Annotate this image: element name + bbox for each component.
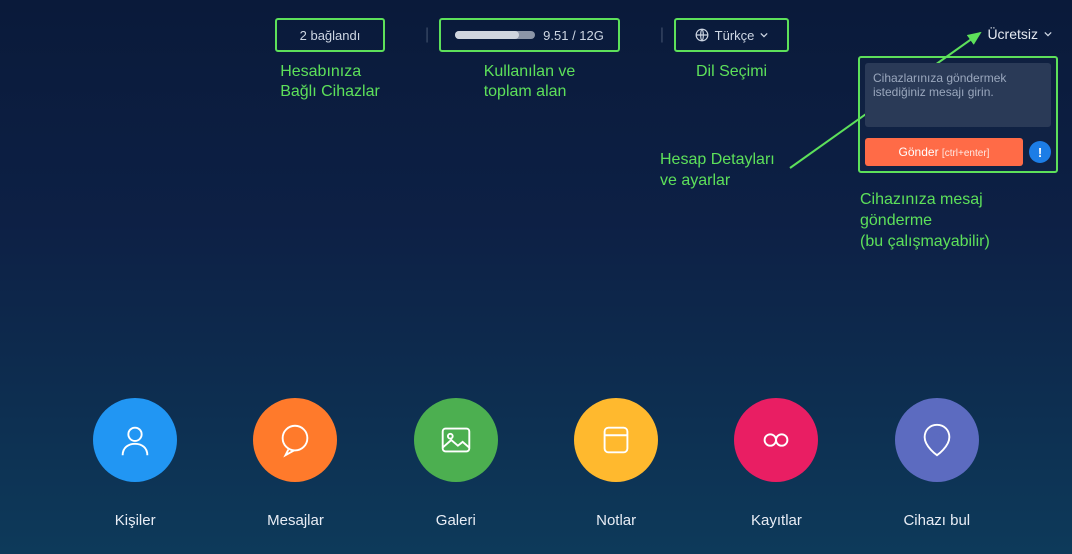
send-label: Gönder	[899, 145, 939, 159]
message-input[interactable]	[865, 63, 1051, 127]
app-circle	[895, 398, 979, 482]
app-image[interactable]: Galeri	[414, 398, 498, 529]
language-selector[interactable]: Türkçe	[674, 18, 789, 52]
annotation-language: Dil Seçimi	[696, 62, 767, 82]
image-icon	[437, 421, 475, 459]
account-dropdown[interactable]: Ücretsiz	[987, 18, 1052, 42]
language-label: Türkçe	[715, 28, 755, 43]
app-label: Kişiler	[115, 512, 156, 529]
connected-devices[interactable]: 2 bağlandı	[275, 18, 385, 52]
app-label: Notlar	[596, 512, 636, 529]
chevron-down-icon	[760, 31, 768, 39]
divider: |	[660, 18, 664, 44]
app-circle	[93, 398, 177, 482]
app-circle	[734, 398, 818, 482]
app-circle	[414, 398, 498, 482]
record-icon	[757, 421, 795, 459]
app-label: Mesajlar	[267, 512, 324, 529]
annotation-connected: Hesabınıza Bağlı Cihazlar	[280, 62, 380, 102]
storage-text: 9.51 / 12G	[543, 28, 604, 43]
connected-section: 2 bağlandı Hesabınıza Bağlı Cihazlar	[275, 18, 385, 102]
info-button[interactable]: !	[1029, 141, 1051, 163]
storage-section: 9.51 / 12G Kullanılan ve toplam alan	[439, 18, 620, 102]
app-pin[interactable]: Cihazı bul	[895, 398, 979, 529]
connected-text: 2 bağlandı	[300, 28, 361, 43]
info-icon: !	[1038, 145, 1042, 160]
app-record[interactable]: Kayıtlar	[734, 398, 818, 529]
chat-icon	[276, 421, 314, 459]
app-person[interactable]: Kişiler	[93, 398, 177, 529]
message-panel: Gönder [ctrl+enter] !	[858, 56, 1058, 173]
person-icon	[116, 421, 154, 459]
app-grid: Kişiler Mesajlar Galeri Notlar Kayıtlar …	[0, 398, 1072, 529]
message-actions: Gönder [ctrl+enter] !	[865, 138, 1051, 166]
send-hint: [ctrl+enter]	[942, 148, 990, 159]
divider: |	[425, 18, 429, 44]
app-chat[interactable]: Mesajlar	[253, 398, 337, 529]
account-label: Ücretsiz	[987, 26, 1038, 42]
annotation-storage: Kullanılan ve toplam alan	[484, 62, 576, 102]
storage-fill	[455, 31, 519, 39]
language-section: Türkçe Dil Seçimi	[674, 18, 789, 82]
annotation-message: Cihazınıza mesaj gönderme (bu çalışmayab…	[860, 190, 990, 252]
app-note[interactable]: Notlar	[574, 398, 658, 529]
storage-indicator[interactable]: 9.51 / 12G	[439, 18, 620, 52]
app-label: Galeri	[436, 512, 476, 529]
app-label: Kayıtlar	[751, 512, 802, 529]
globe-icon	[695, 28, 709, 42]
storage-bar	[455, 31, 535, 39]
pin-icon	[918, 421, 956, 459]
chevron-down-icon	[1044, 30, 1052, 38]
send-button[interactable]: Gönder [ctrl+enter]	[865, 138, 1023, 166]
annotation-account: Hesap Detayları ve ayarlar	[660, 150, 775, 192]
app-label: Cihazı bul	[903, 512, 970, 529]
note-icon	[597, 421, 635, 459]
app-circle	[574, 398, 658, 482]
app-circle	[253, 398, 337, 482]
